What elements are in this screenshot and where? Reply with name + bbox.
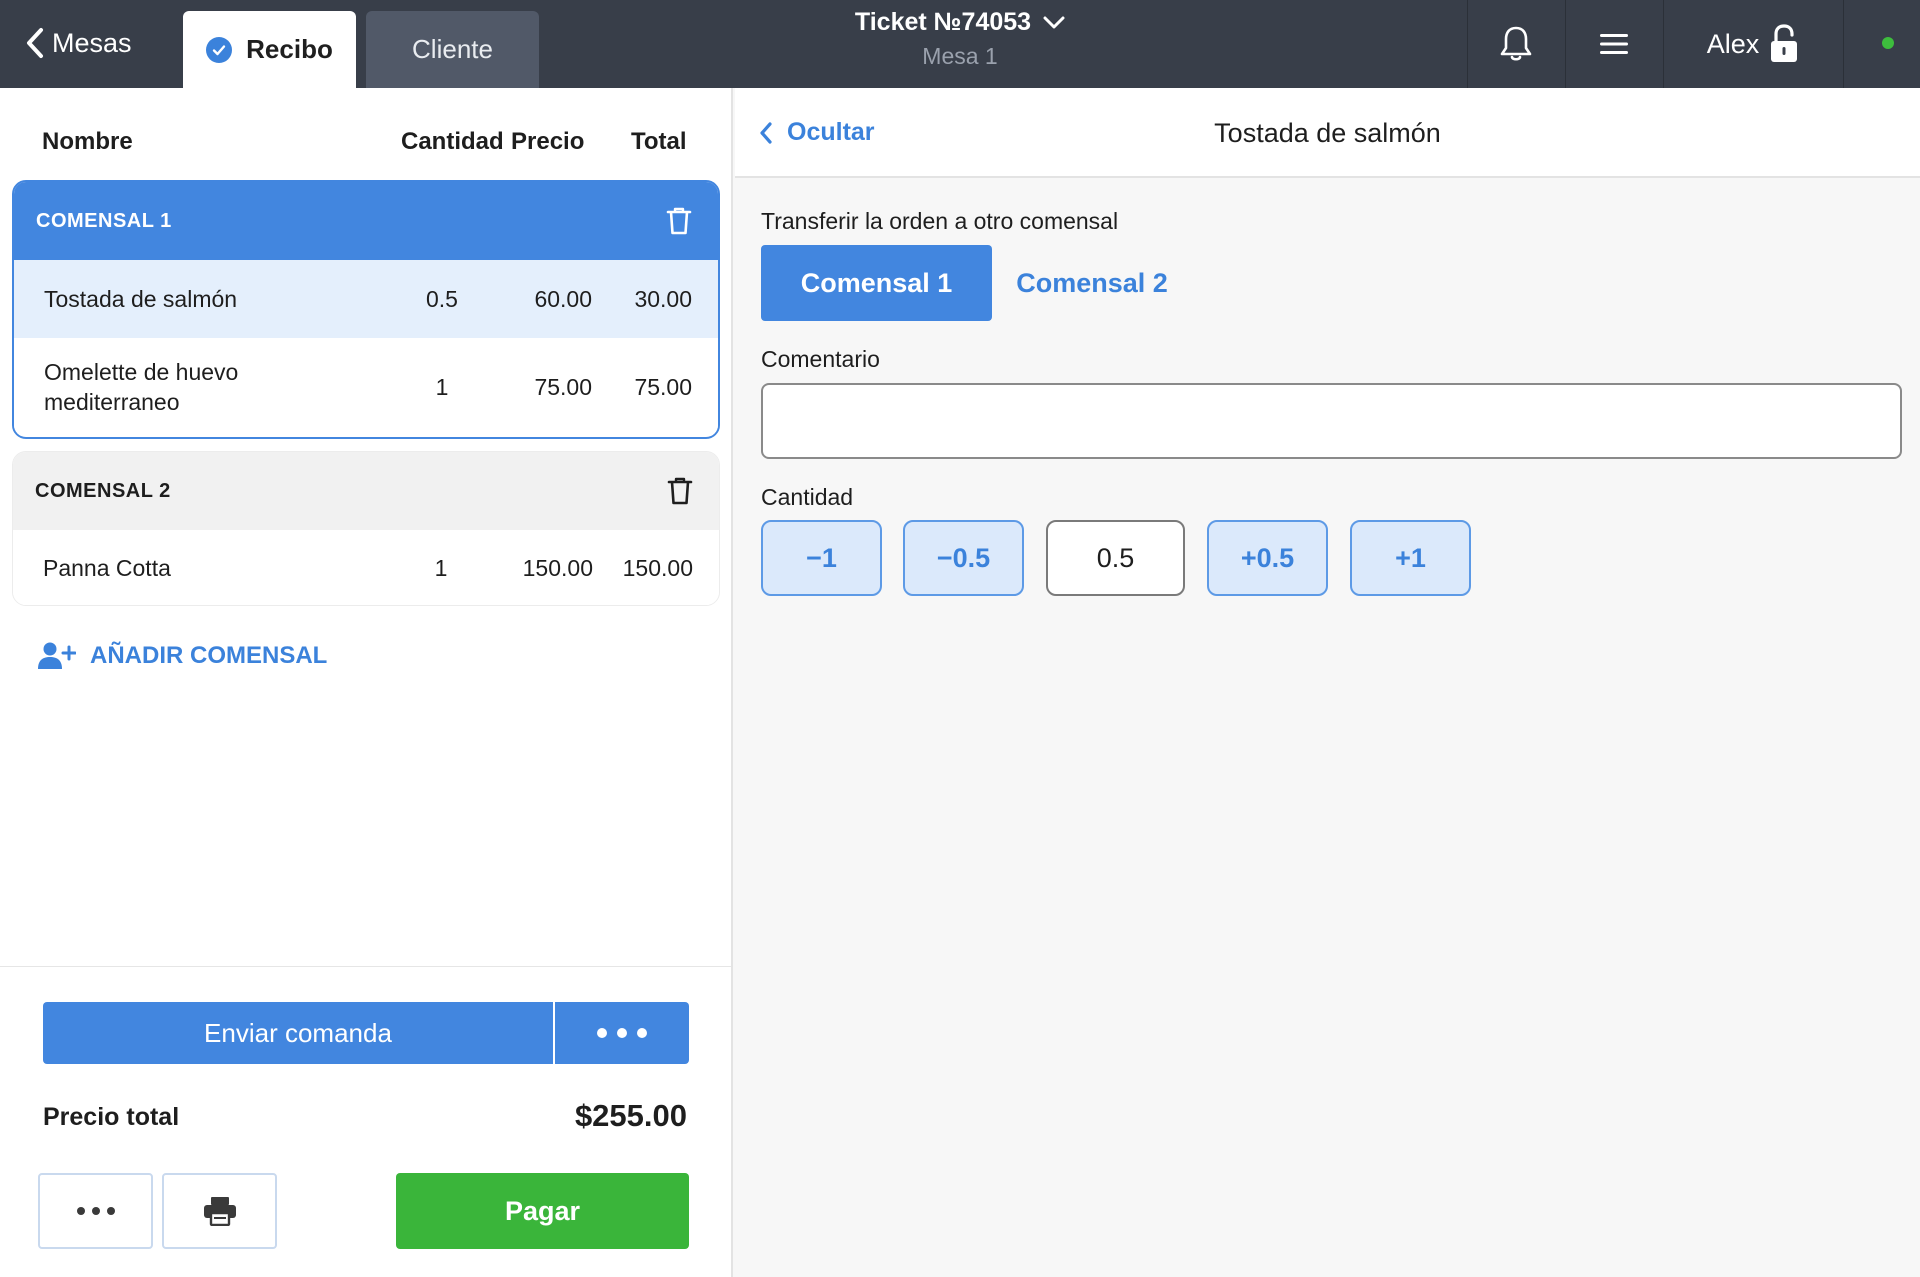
comment-input[interactable] (761, 383, 1902, 459)
transfer-guest-1-button[interactable]: Comensal 1 (761, 245, 992, 321)
more-dot-icon (76, 1207, 85, 1215)
send-order-button[interactable]: Enviar comanda (43, 1002, 553, 1064)
quantity-plus-1-button[interactable]: +1 (1350, 520, 1471, 596)
table-row[interactable]: Panna Cotta 1 150.00 150.00 (13, 530, 719, 605)
total-price-value: $255.00 (574, 1098, 687, 1133)
item-total: 150.00 (622, 554, 693, 581)
receipt-panel: Nombre Cantidad Precio Total COMENSAL 1 … (0, 88, 733, 1277)
ticket-title: Ticket №74053 (855, 8, 1065, 37)
table-row[interactable]: Omelette de huevo mediterraneo 1 75.00 7… (14, 338, 718, 436)
item-price: 60.00 (534, 285, 592, 312)
send-options-button[interactable] (555, 1002, 689, 1064)
comment-label: Comentario (761, 346, 880, 372)
notifications-button[interactable] (1468, 0, 1564, 88)
item-name: Omelette de huevo mediterraneo (44, 359, 239, 415)
tab-recibo[interactable]: Recibo (183, 11, 356, 88)
item-total: 75.00 (634, 373, 692, 400)
menu-button[interactable] (1566, 0, 1662, 88)
print-button[interactable] (162, 1173, 277, 1249)
add-user-icon (38, 642, 76, 669)
item-quantity: 1 (435, 373, 449, 400)
item-quantity: 1 (434, 554, 448, 581)
guest-group-1: COMENSAL 1 Tostada de salmón 0.5 60.00 3… (12, 180, 720, 439)
transfer-guest-2-button[interactable]: Comensal 2 (1002, 245, 1182, 321)
quantity-minus-half-button[interactable]: −0.5 (903, 520, 1024, 596)
unlock-icon (1771, 24, 1798, 62)
more-dot-icon (597, 1028, 607, 1038)
top-bar: Mesas Recibo Cliente Ticket №74053 Mesa … (0, 0, 1920, 88)
item-name: Tostada de salmón (44, 286, 238, 312)
guest-group-title: COMENSAL 1 (36, 209, 172, 232)
table-name: Mesa 1 (922, 43, 998, 69)
chevron-left-icon (27, 28, 43, 58)
user-lock-button[interactable]: Alex (1664, 0, 1842, 88)
item-price: 150.00 (522, 554, 593, 581)
check-circle-icon (206, 36, 233, 63)
transfer-label: Transferir la orden a otro comensal (761, 208, 1119, 234)
ticket-number: Ticket №74053 (854, 8, 1032, 36)
quantity-label: Cantidad (761, 484, 854, 510)
printer-icon (203, 1197, 236, 1226)
topbar-divider (1843, 0, 1844, 88)
item-quantity: 0.5 (426, 285, 458, 312)
chevron-down-icon (1043, 16, 1065, 28)
back-label: Mesas (52, 27, 132, 58)
detail-header: Tostada de salmón Ocultar (735, 88, 1920, 178)
more-dot-icon (617, 1028, 627, 1038)
add-guest-button[interactable]: AÑADIR COMENSAL (38, 641, 327, 671)
online-status-dot (1882, 37, 1894, 49)
tab-cliente[interactable]: Cliente (366, 11, 539, 88)
guest-group-2: COMENSAL 2 Panna Cotta 1 150.00 150.00 (12, 451, 720, 606)
item-total: 30.00 (634, 285, 692, 312)
hide-panel-label: Ocultar (787, 118, 875, 146)
column-header-total: Total (631, 128, 687, 155)
column-header-quantity: Cantidad (401, 128, 504, 155)
column-header-price: Precio (511, 128, 585, 155)
delete-guest-button[interactable] (666, 206, 692, 236)
divider (0, 966, 731, 967)
item-price: 75.00 (534, 373, 592, 400)
pay-button[interactable]: Pagar (396, 1173, 689, 1249)
tab-recibo-label: Recibo (246, 34, 333, 64)
quantity-plus-half-button[interactable]: +0.5 (1207, 520, 1328, 596)
column-header-name: Nombre (42, 128, 133, 155)
table-row[interactable]: Tostada de salmón 0.5 60.00 30.00 (14, 260, 718, 338)
user-name: Alex (1706, 28, 1760, 59)
menu-icon (1600, 34, 1628, 54)
detail-title: Tostada de salmón (1214, 118, 1441, 148)
total-price-label: Precio total (43, 1103, 180, 1131)
quantity-minus-1-button[interactable]: −1 (761, 520, 882, 596)
tab-cliente-label: Cliente (412, 34, 493, 64)
back-to-tables-button[interactable]: Mesas (24, 20, 132, 66)
item-name: Panna Cotta (43, 555, 171, 581)
trash-icon (667, 477, 693, 505)
guest-group-header[interactable]: COMENSAL 1 (14, 182, 718, 260)
delete-guest-button[interactable] (667, 476, 693, 506)
item-detail-panel: Tostada de salmón Ocultar Transferir la … (735, 88, 1920, 1277)
add-guest-label: AÑADIR COMENSAL (90, 642, 328, 669)
guest-group-header[interactable]: COMENSAL 2 (13, 452, 719, 530)
quantity-input[interactable] (1046, 520, 1185, 596)
bell-icon (1500, 26, 1532, 61)
more-dot-icon (106, 1207, 115, 1215)
hide-panel-button[interactable]: Ocultar (759, 118, 875, 147)
chevron-left-icon (760, 121, 772, 144)
more-dot-icon (91, 1207, 100, 1215)
trash-icon (666, 207, 692, 235)
more-dot-icon (637, 1028, 647, 1038)
guest-group-title: COMENSAL 2 (35, 479, 171, 502)
more-options-button[interactable] (38, 1173, 153, 1249)
ticket-selector[interactable]: Ticket №74053 Mesa 1 (820, 8, 1100, 70)
